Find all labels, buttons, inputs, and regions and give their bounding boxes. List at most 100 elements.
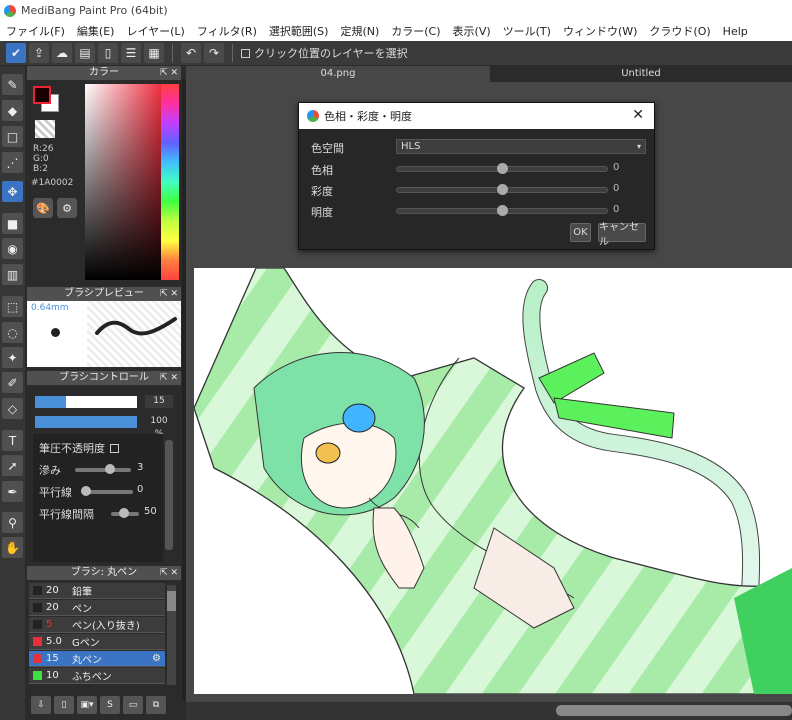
brush-list-scrollbar[interactable] [167,585,176,685]
canvas-paper[interactable] [194,268,792,694]
new-brush-icon[interactable]: ▯ [54,696,74,714]
magic-wand-icon[interactable]: ✦ [2,347,23,368]
opacity-slider[interactable] [35,416,137,428]
divide-tool-icon[interactable]: ✒ [2,481,23,502]
saturation-value: 0 [613,183,620,194]
rgb-readout: R:26 G:0 B:2 [33,144,53,174]
gradient-tool-icon[interactable]: ▥ [2,264,23,285]
tab-04-png[interactable]: 04.png [186,66,490,82]
folder-icon[interactable]: ▭ [123,696,143,714]
saturation-label: 彩度 [311,185,333,198]
share-icon[interactable]: ⇪ [29,43,49,63]
move-tool-icon[interactable]: ✥ [2,181,23,202]
rect-tool-icon[interactable]: □ [2,126,23,147]
menu-file[interactable]: ファイル(F) [0,23,71,39]
hue-knob[interactable] [497,163,508,174]
brush-script-icon[interactable]: S [100,696,120,714]
brush-item-edge-pen[interactable]: 10 ふちペン [29,668,165,684]
tab-untitled[interactable]: Untitled [490,66,792,82]
menu-cloud[interactable]: クラウド(O) [643,23,716,39]
redo-icon[interactable]: ↷ [204,43,224,63]
menu-select[interactable]: 選択範囲(S) [263,23,335,39]
brush-item-round-pen[interactable]: 15 丸ペン ⚙ [29,651,165,667]
parallel-gap-knob[interactable] [119,508,129,518]
parallel-gap-slider[interactable] [111,508,139,518]
transparent-color-swatch[interactable] [35,120,55,138]
blur-slider[interactable] [75,464,131,474]
lasso-tool-icon[interactable]: ◌ [2,322,23,343]
select-rect-tool-icon[interactable]: ⬚ [2,296,23,317]
dot-tool-icon[interactable]: ⋰ [2,152,23,173]
ok-button[interactable]: OK [570,223,591,242]
pressure-opacity-checkbox[interactable] [110,443,119,453]
dialog-close-icon[interactable]: ✕ [632,107,644,123]
menu-color[interactable]: カラー(C) [385,23,446,39]
brush-settings-gear-icon[interactable]: ⚙ [152,653,161,664]
pages-icon[interactable]: ☰ [121,43,141,63]
menu-tool[interactable]: ツール(T) [497,23,557,39]
menu-window[interactable]: ウィンドウ(W) [557,23,643,39]
eraser-tool-icon[interactable]: ◆ [2,100,23,121]
panel-close-icon[interactable]: ⇱ ✕ [160,66,178,80]
select-eraser-icon[interactable]: ◇ [2,398,23,419]
fill-rect-tool-icon[interactable]: ■ [2,213,23,234]
brush-control-header: ブラシコントロール ⇱ ✕ [27,371,181,385]
saturation-value-picker[interactable] [85,84,161,280]
menu-layer[interactable]: レイヤー(L) [120,23,190,39]
menu-view[interactable]: 表示(V) [447,23,497,39]
color-panel: R:26 G:0 B:2 #1A0002 🎨 ⚙ [27,80,181,286]
brush-control-scrollbar[interactable] [165,440,173,550]
grid-icon[interactable]: ▦ [144,43,164,63]
bucket-tool-icon[interactable]: ◉ [2,238,23,259]
page-icon[interactable]: ▯ [98,43,118,63]
menu-ruler[interactable]: 定規(N) [334,23,385,39]
parallel-slider[interactable] [81,486,133,496]
check-icon[interactable]: ✔ [6,43,26,63]
brush-item-g-pen[interactable]: 5.0 Gペン [29,634,165,650]
hue-slider[interactable] [396,163,608,174]
blur-knob[interactable] [105,464,115,474]
parallel-knob[interactable] [81,486,91,496]
operation-tool-icon[interactable]: ➚ [2,455,23,476]
undo-icon[interactable]: ↶ [181,43,201,63]
brush-item-pencil[interactable]: 20 鉛筆 [29,583,165,599]
cloud-download-icon[interactable]: ⇩ [31,696,51,714]
add-brush-menu-icon[interactable]: ▣▾ [77,696,97,714]
eyedropper-tool-icon[interactable]: ⚲ [2,512,23,533]
duplicate-icon[interactable]: ⧉ [146,696,166,714]
saturation-knob[interactable] [497,184,508,195]
brush-size-slider[interactable] [35,396,137,408]
panel-close-icon[interactable]: ⇱ ✕ [160,371,178,385]
canvas-scroll-thumb[interactable] [556,705,792,716]
dialog-logo-icon [307,110,319,122]
panel-close-icon[interactable]: ⇱ ✕ [160,287,178,301]
lightness-slider[interactable] [396,205,608,216]
select-pen-icon[interactable]: ✐ [2,372,23,393]
brush-item-pen-taper[interactable]: 5 ペン(入り抜き) [29,617,165,633]
menu-help[interactable]: Help [717,25,754,38]
cloud-icon[interactable]: ☁ [52,43,72,63]
foreground-color-swatch[interactable] [33,86,51,104]
hand-tool-icon[interactable]: ✋ [2,537,23,558]
brush-tool-icon[interactable]: ✎ [2,74,23,95]
text-tool-icon[interactable]: T [2,430,23,451]
cancel-button[interactable]: キャンセル [598,222,646,248]
colorspace-label: 色空間 [311,142,344,155]
saturation-slider[interactable] [396,184,608,195]
checkbox-icon[interactable] [241,48,250,58]
colorspace-select[interactable]: HLS ▾ [396,139,646,154]
hue-slider[interactable] [161,84,179,280]
palette-icon[interactable]: 🎨 [33,198,53,218]
lightness-knob[interactable] [497,205,508,216]
palette-settings-icon[interactable]: ⚙ [57,198,77,218]
menu-edit[interactable]: 編集(E) [71,23,121,39]
brush-list-scroll-thumb[interactable] [167,591,176,611]
brush-item-pen[interactable]: 20 ペン [29,600,165,616]
click-layer-checkbox[interactable]: クリック位置のレイヤーを選択 [241,45,408,61]
pressure-opacity-row[interactable]: 筆圧不透明度 [39,440,119,456]
panel-close-icon[interactable]: ⇱ ✕ [160,566,178,580]
menu-filter[interactable]: フィルタ(R) [191,23,263,39]
comment-icon[interactable]: ▤ [75,43,95,63]
brush-size-value[interactable]: 15 [145,395,173,408]
canvas-horizontal-scrollbar[interactable] [186,702,792,720]
